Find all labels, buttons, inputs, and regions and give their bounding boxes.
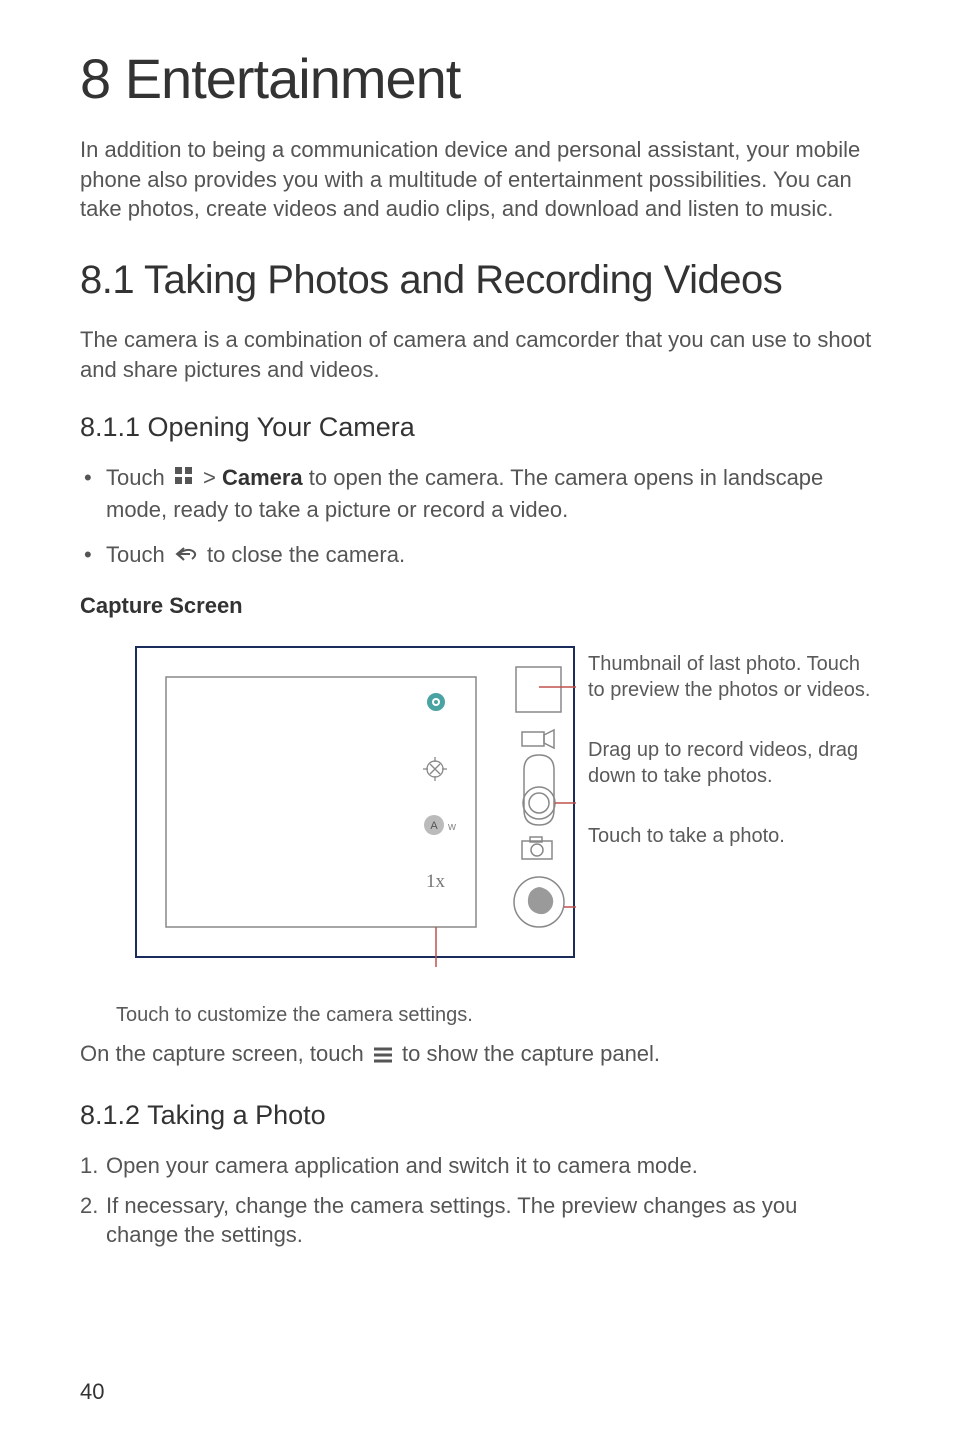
svg-text:A: A [430,820,438,832]
back-icon [174,541,198,572]
bullet-open-camera: Touch > Camera to open the camera. The c… [80,463,874,525]
callout-camera-settings: Touch to customize the camera settings. [116,1004,874,1027]
text: Touch [106,542,165,567]
text: On the capture screen, touch [80,1041,364,1066]
text: to close the camera. [207,542,405,567]
step-1: Open your camera application and switch … [80,1151,874,1181]
take-photo-steps: Open your camera application and switch … [80,1151,874,1250]
page-title: 8 Entertainment [80,46,874,111]
bullet-close-camera: Touch to close the camera. [80,540,874,572]
step-2: If necessary, change the camera settings… [80,1191,874,1250]
callout-drag-slider: Drag up to record videos, drag down to t… [588,737,874,789]
subsection-heading-8-1-1: 8.1.1 Opening Your Camera [80,412,874,443]
text: Touch [106,465,165,490]
open-camera-bullets: Touch > Camera to open the camera. The c… [80,463,874,571]
callout-thumbnail: Thumbnail of last photo. Touch to previe… [588,651,874,703]
capture-panel-instruction: On the capture screen, touch to show the… [80,1037,874,1072]
intro-paragraph: In addition to being a communication dev… [80,135,874,224]
section-intro-8-1: The camera is a combination of camera an… [80,325,874,384]
subsection-heading-8-1-2: 8.1.2 Taking a Photo [80,1100,874,1131]
text: > [203,465,216,490]
callout-shutter: Touch to take a photo. [588,823,874,849]
menu-icon [373,1039,393,1072]
svg-text:w: w [447,821,456,833]
page-number: 40 [80,1379,104,1405]
capture-screen-diagram: A w 1x [126,637,576,992]
capture-screen-heading: Capture Screen [80,593,874,619]
apps-grid-icon [174,464,194,495]
camera-app-name: Camera [222,465,303,490]
svg-text:1x: 1x [426,871,446,892]
text: to show the capture panel. [402,1041,660,1066]
section-heading-8-1: 8.1 Taking Photos and Recording Videos [80,258,874,303]
